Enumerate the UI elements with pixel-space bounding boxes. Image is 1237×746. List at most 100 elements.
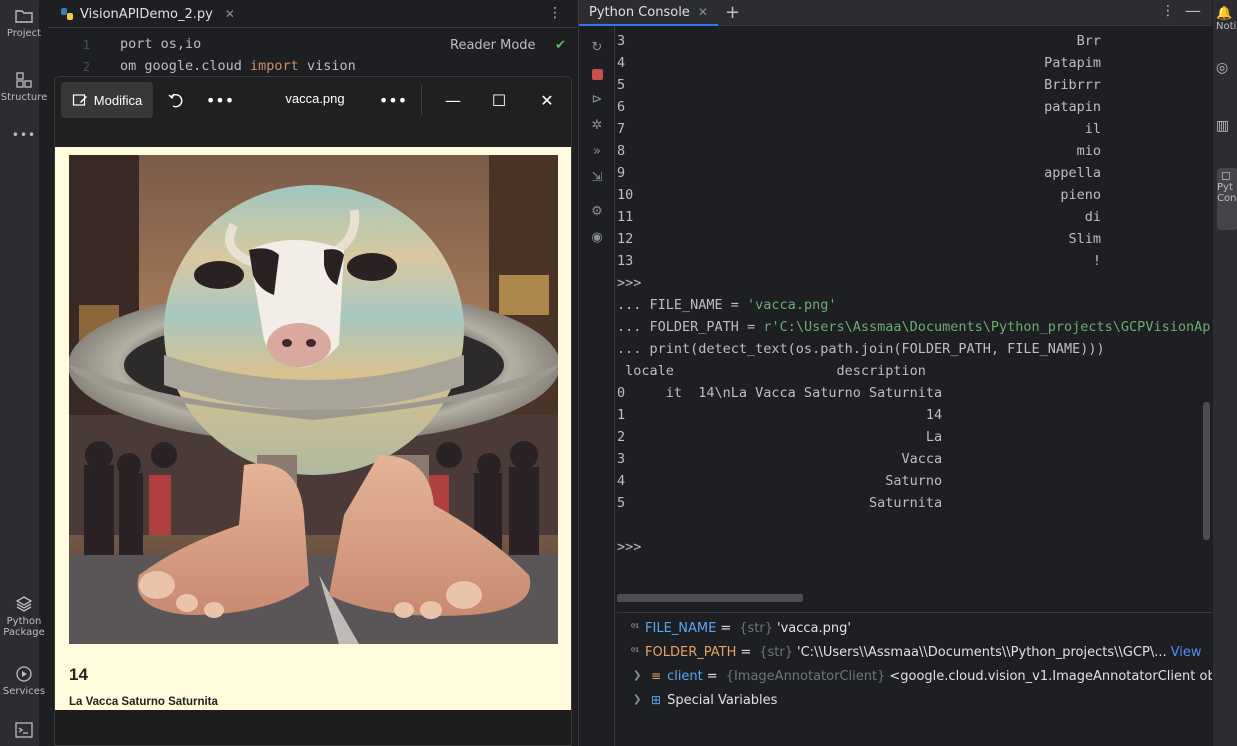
- string-var-icon: ⁰¹: [631, 622, 640, 634]
- more-options-icon[interactable]: •••: [205, 85, 235, 115]
- ai-assistant-icon[interactable]: ◎: [1216, 60, 1237, 76]
- minimize-icon[interactable]: —: [438, 85, 468, 115]
- stop-icon[interactable]: [588, 66, 606, 84]
- line-number: 1: [82, 38, 90, 52]
- horizontal-scrollbar[interactable]: [617, 594, 803, 602]
- editor-tab-bar: VisionAPIDemo_2.py ✕ ⋮: [48, 0, 576, 28]
- string-literal: r'C:\Users\Assmaa\Documents\Python_proje…: [763, 319, 1211, 335]
- minimize-panel-icon[interactable]: —: [1185, 1, 1201, 20]
- see-more-icon[interactable]: •••: [378, 85, 408, 115]
- rotate-button[interactable]: [161, 85, 191, 115]
- edit-image-icon: [72, 94, 87, 106]
- view-link[interactable]: View: [1171, 645, 1202, 660]
- variable-value: <google.cloud.vision_v1.ImageAnnotatorCl…: [889, 668, 1237, 684]
- variable-row-client[interactable]: ≡ client = {ImageAnnotatorClient} <googl…: [651, 665, 1237, 687]
- image-document: 14 La Vacca Saturno Saturnita: [55, 147, 571, 710]
- debug-icon[interactable]: ✲: [588, 118, 606, 136]
- notifications-button[interactable]: 🔔 Noti: [1216, 6, 1237, 32]
- structure-tool-label: Structure: [0, 92, 48, 103]
- editor-tab-visionapidemo[interactable]: VisionAPIDemo_2.py ✕: [60, 4, 235, 24]
- add-tab-icon[interactable]: +: [725, 2, 740, 23]
- output-word: pieno: [1060, 187, 1101, 203]
- left-tool-strip: Project Structure ••• Python Package Ser…: [0, 0, 47, 746]
- vertical-scrollbar[interactable]: [1203, 402, 1210, 540]
- python-console-tool-button[interactable]: ◻ Pyt Con: [1217, 168, 1237, 230]
- variable-type: {ImageAnnotatorClient}: [725, 668, 886, 684]
- python-file-icon: [61, 8, 73, 20]
- execute-icon[interactable]: ⊳: [588, 92, 606, 110]
- row-index: 3: [617, 33, 626, 49]
- dataframe-row: 2 La: [617, 429, 943, 445]
- row-index: 12: [617, 231, 634, 247]
- services-tool-button[interactable]: Services: [0, 664, 48, 697]
- special-variables-icon: ⊞: [651, 693, 662, 707]
- dataframe-row: 0 it 14\nLa Vacca Saturno Saturnita: [617, 385, 943, 401]
- variables-panel: ⁰¹ FILE_NAME = {str} 'vacca.png' ⁰¹ FOLD…: [617, 612, 1237, 746]
- variable-row-file-name[interactable]: ⁰¹ FILE_NAME = {str} 'vacca.png': [631, 617, 851, 639]
- code-text: vision: [298, 58, 356, 74]
- python-console-label-2: Con: [1217, 193, 1237, 204]
- output-word: !: [1092, 253, 1101, 269]
- close-icon[interactable]: ✕: [698, 5, 708, 19]
- variable-row-folder-path[interactable]: ⁰¹ FOLDER_PATH = {str} 'C:\\Users\\Assma…: [631, 641, 1202, 663]
- console-prompt: >>>: [617, 539, 642, 555]
- python-packages-label-2: Package: [3, 627, 45, 638]
- history-icon[interactable]: »: [588, 144, 606, 162]
- python-packages-label-1: Python: [6, 616, 42, 627]
- notifications-label: Noti: [1216, 21, 1237, 32]
- chevron-right-icon[interactable]: ❯: [633, 670, 641, 681]
- terminal-tool-button[interactable]: [0, 720, 48, 742]
- caption-text: La Vacca Saturno Saturnita: [69, 696, 218, 708]
- gear-icon[interactable]: ⚙: [588, 204, 606, 222]
- kebab-menu-icon[interactable]: ⋮: [548, 5, 562, 21]
- row-index: 5: [617, 77, 626, 93]
- python-console-panel: Python Console ✕ + ⋮ — ↻ ⊳ ✲ » ⇲ ⚙ ◉ 3 B…: [578, 0, 1237, 746]
- photo-cow-saturn: [69, 155, 558, 644]
- dataframe-row: 3 Vacca: [617, 451, 943, 467]
- command-text: ... FILE_NAME =: [617, 297, 748, 313]
- eye-icon[interactable]: ◉: [588, 230, 606, 248]
- console-command-3: ... print(detect_text(os.path.join(FOLDE…: [617, 341, 1105, 357]
- row-index: 7: [617, 121, 626, 137]
- rerun-icon[interactable]: ↻: [588, 40, 606, 58]
- console-output[interactable]: 3 Brr 4 Patapim 5 Bribrrr 6 patapin 7 il…: [617, 33, 1211, 589]
- close-window-icon[interactable]: ✕: [532, 85, 562, 115]
- console-command-2: ... FOLDER_PATH = r'C:\Users\Assmaa\Docu…: [617, 319, 1211, 341]
- maximize-icon[interactable]: ☐: [484, 85, 514, 115]
- output-word: patapin: [1044, 99, 1101, 115]
- code-line-2[interactable]: om google.cloud import vision: [120, 58, 356, 74]
- check-icon: ✔: [555, 38, 566, 53]
- output-word: Slim: [1068, 231, 1101, 247]
- output-word: Brr: [1076, 33, 1101, 49]
- output-word: mio: [1076, 143, 1101, 159]
- reader-mode-toggle[interactable]: Reader Mode: [450, 38, 536, 53]
- code-line-1[interactable]: port os,io: [120, 36, 201, 52]
- variable-row-special[interactable]: ⊞ Special Variables: [651, 689, 777, 711]
- variable-name: FOLDER_PATH: [645, 644, 737, 660]
- soft-wrap-icon[interactable]: ⇲: [588, 170, 606, 188]
- command-text: ... FOLDER_PATH =: [617, 319, 764, 335]
- import-keyword: import: [250, 58, 299, 74]
- more-tools-button[interactable]: •••: [0, 128, 48, 142]
- code-text: om google.cloud: [120, 58, 251, 74]
- variable-name: client: [667, 668, 703, 684]
- row-index: 10: [617, 187, 634, 203]
- structure-tool-button[interactable]: Structure: [0, 70, 48, 103]
- edit-image-button[interactable]: Modifica: [61, 82, 153, 118]
- chevron-right-icon[interactable]: ❯: [633, 694, 641, 705]
- kebab-menu-icon[interactable]: ⋮: [1161, 3, 1175, 19]
- line-number: 2: [82, 60, 90, 74]
- more-tools-icon: •••: [11, 128, 37, 142]
- python-packages-button[interactable]: Python Package: [0, 594, 48, 638]
- editor-tab-label: VisionAPIDemo_2.py: [80, 6, 213, 22]
- variable-type: {str}: [739, 620, 774, 636]
- row-index: 13: [617, 253, 634, 269]
- project-tool-button[interactable]: Project: [0, 6, 48, 39]
- project-tool-label: Project: [6, 28, 42, 39]
- tab-python-console[interactable]: Python Console ✕: [579, 0, 718, 26]
- dataframe-row: 1 14: [617, 407, 943, 423]
- close-icon[interactable]: ✕: [225, 7, 235, 21]
- row-index: 4: [617, 55, 626, 71]
- string-literal: 'vacca.png': [747, 297, 837, 313]
- database-icon[interactable]: ▥: [1216, 118, 1237, 134]
